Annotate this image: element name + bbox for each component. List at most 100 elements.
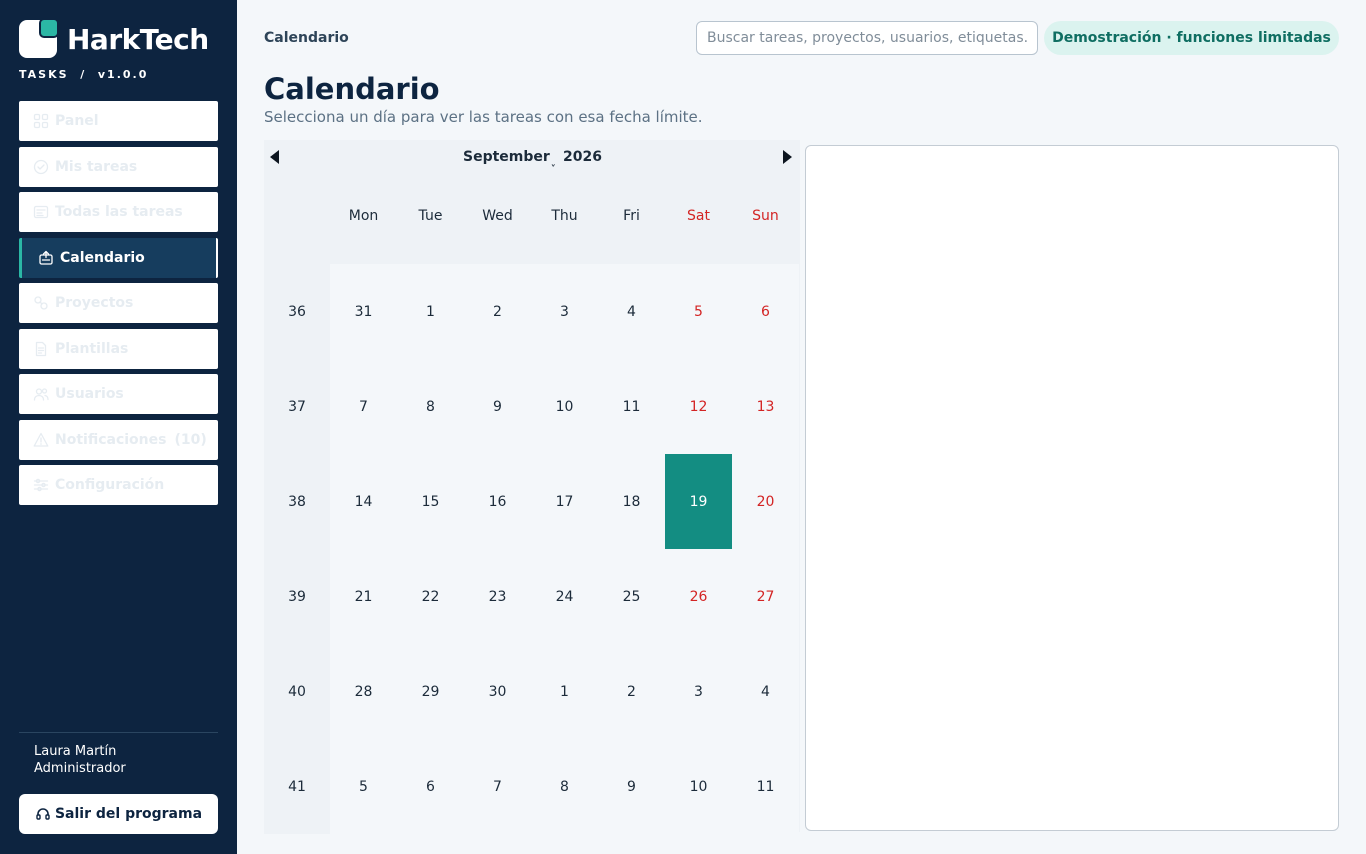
sidebar-item-usuarios[interactable]: Usuarios — [19, 374, 218, 414]
sidebar-nav: Panel Mis tareas Todas las tareas Calendari… — [19, 101, 218, 511]
year-selector[interactable]: 2026 — [563, 149, 602, 165]
search-input[interactable] — [696, 21, 1038, 55]
calendar-day[interactable]: 7 — [330, 359, 397, 454]
sidebar-item-mis-tareas[interactable]: Mis tareas — [19, 146, 218, 187]
weekday-label: Sat — [687, 208, 710, 224]
calendar-day[interactable]: 16 — [464, 454, 531, 549]
calendar-day[interactable]: 30 — [464, 644, 531, 739]
notification-count: (10) — [174, 431, 207, 448]
sidebar-item-label: Notificaciones — [55, 431, 167, 448]
sidebar-item-notificaciones[interactable]: Notificaciones (10) — [19, 419, 218, 460]
calendar-day[interactable]: 3 — [665, 644, 732, 739]
calendar-day[interactable]: 3 — [531, 264, 598, 359]
calendar-day[interactable]: 26 — [665, 549, 732, 644]
calendar-grid: Mon Tue Wed Thu Fri Sat Sun 36 31 1 2 3 4 5 6 37 7 8 9 10 11… — [264, 168, 800, 834]
sidebar-item-label: Panel — [55, 113, 99, 129]
sidebar-item-calendario[interactable]: Calendario — [19, 237, 218, 278]
weekday-label: Fri — [623, 208, 640, 224]
calendar-day[interactable]: 10 — [531, 359, 598, 454]
breadcrumb: Calendario — [264, 30, 349, 46]
weekday-label: Thu — [551, 208, 578, 224]
calendar-week-row: 36 31 1 2 3 4 5 6 — [264, 264, 800, 359]
calendar-day[interactable]: 8 — [397, 359, 464, 454]
calendar-day[interactable]: 25 — [598, 549, 665, 644]
calendar-day[interactable]: 1 — [531, 644, 598, 739]
calendar-day[interactable]: 11 — [732, 739, 799, 834]
calendar-day[interactable]: 10 — [665, 739, 732, 834]
week-number: 40 — [264, 644, 330, 739]
calendar-day[interactable]: 29 — [397, 644, 464, 739]
sidebar-item-proyectos[interactable]: Proyectos — [19, 283, 218, 323]
calendar-day[interactable]: 8 — [531, 739, 598, 834]
calendar-day[interactable]: 20 — [732, 454, 799, 549]
calendar-day[interactable]: 18 — [598, 454, 665, 549]
sliders-icon — [33, 477, 49, 493]
sidebar-item-configuración[interactable]: Configuración — [19, 465, 218, 505]
calendar-day[interactable]: 14 — [330, 454, 397, 549]
sidebar-item-todas-las-tareas[interactable]: Todas las tareas — [19, 192, 218, 232]
calendar: Septemberˬ 2026 Mon Tue Wed Thu Fri Sat Sun 36 3… — [264, 140, 800, 834]
calendar-day[interactable]: 2 — [464, 264, 531, 359]
headset-icon — [36, 808, 50, 820]
month-selector[interactable]: Septemberˬ — [463, 149, 556, 167]
calendar-day[interactable]: 6 — [397, 739, 464, 834]
users-icon — [33, 386, 49, 402]
calendar-day[interactable]: 6 — [732, 264, 799, 359]
sidebar-item-label: Plantillas — [55, 340, 129, 357]
calendar-day[interactable]: 2 — [598, 644, 665, 739]
page-title: Calendario — [264, 72, 440, 106]
calendar-day[interactable]: 4 — [598, 264, 665, 359]
calendar-day[interactable]: 11 — [598, 359, 665, 454]
projects-icon — [33, 295, 49, 311]
calendar-day[interactable]: 22 — [397, 549, 464, 644]
next-month-button[interactable] — [783, 150, 792, 164]
calendar-day[interactable]: 4 — [732, 644, 799, 739]
calendar-day[interactable]: 17 — [531, 454, 598, 549]
calendar-week-row: 40 28 29 30 1 2 3 4 — [264, 644, 800, 739]
sidebar-divider — [19, 732, 218, 733]
weekday-label: Sun — [752, 208, 779, 224]
brand: HarkTech — [19, 18, 209, 58]
calendar-icon — [38, 250, 54, 266]
calendar-day[interactable]: 27 — [732, 549, 799, 644]
calendar-day[interactable]: 13 — [732, 359, 799, 454]
calendar-day[interactable]: 12 — [665, 359, 732, 454]
weekday-label: Wed — [482, 208, 513, 224]
sidebar-item-label: Calendario — [60, 249, 145, 266]
calendar-week-row: 39 21 22 23 24 25 26 27 — [264, 549, 800, 644]
warning-icon — [33, 432, 49, 448]
chevron-down-icon: ˬ — [550, 156, 556, 167]
list-icon — [33, 204, 49, 220]
document-icon — [33, 341, 49, 357]
calendar-day-selected[interactable]: 19 — [665, 454, 732, 549]
previous-month-button[interactable] — [270, 150, 279, 164]
page-subtitle: Selecciona un día para ver las tareas co… — [264, 108, 703, 126]
calendar-day[interactable]: 5 — [330, 739, 397, 834]
sidebar-item-label: Todas las tareas — [55, 204, 183, 220]
calendar-week-row: 38 14 15 16 17 18 19 20 — [264, 454, 800, 549]
calendar-day[interactable]: 31 — [330, 264, 397, 359]
exit-button-label: Salir del programa — [54, 806, 203, 822]
calendar-week-row: 37 7 8 9 10 11 12 13 — [264, 359, 800, 454]
calendar-day[interactable]: 1 — [397, 264, 464, 359]
exit-button[interactable]: Salir del programa — [19, 794, 218, 834]
calendar-day[interactable]: 28 — [330, 644, 397, 739]
calendar-day[interactable]: 21 — [330, 549, 397, 644]
sidebar-item-label: Configuración — [55, 477, 165, 493]
calendar-day[interactable]: 9 — [598, 739, 665, 834]
calendar-day[interactable]: 15 — [397, 454, 464, 549]
week-number: 37 — [264, 359, 330, 454]
calendar-day[interactable]: 24 — [531, 549, 598, 644]
sidebar-item-panel[interactable]: Panel — [19, 101, 218, 141]
calendar-day[interactable]: 23 — [464, 549, 531, 644]
calendar-day[interactable]: 5 — [665, 264, 732, 359]
user-role: Administrador — [34, 761, 126, 776]
week-number: 41 — [264, 739, 330, 834]
calendar-day[interactable]: 9 — [464, 359, 531, 454]
sidebar-item-label: Usuarios — [55, 386, 124, 402]
sidebar-item-plantillas[interactable]: Plantillas — [19, 328, 218, 369]
week-number-header — [264, 168, 330, 264]
week-number: 39 — [264, 549, 330, 644]
brand-name: HarkTech — [67, 22, 209, 56]
calendar-day[interactable]: 7 — [464, 739, 531, 834]
